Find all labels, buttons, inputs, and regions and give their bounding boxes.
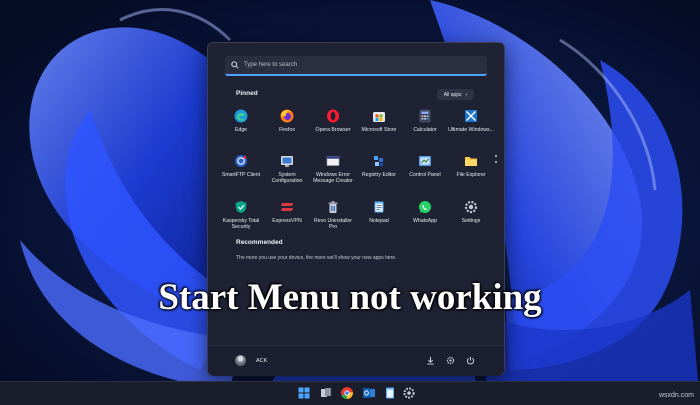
error-creator-icon [326, 156, 340, 166]
smartftp-icon [235, 155, 247, 167]
pinned-app-control-panel[interactable]: Control Panel [402, 154, 448, 178]
app-label: File Explorer [456, 172, 486, 178]
user-account-button[interactable]: ACK [235, 355, 267, 366]
system-config-icon [281, 156, 293, 167]
pinned-app-registry-editor[interactable]: Registry Editor [356, 154, 402, 178]
settings-taskbar-icon[interactable] [402, 386, 416, 400]
app-label: Settings [461, 218, 481, 224]
pinned-app-edge[interactable]: Edge [218, 109, 264, 133]
edge-icon [234, 109, 248, 123]
control-panel-icon [419, 156, 431, 166]
app-label: Windows Error Message Creator [313, 172, 353, 185]
pinned-app-smartftp[interactable]: SmartFTP Client [218, 154, 264, 178]
chevron-right-icon: › [465, 91, 468, 98]
app-label: Edge [234, 127, 248, 133]
app-label: Ultimate Windows... [448, 127, 494, 133]
start-footer: ACK [208, 345, 504, 376]
search-icon [231, 61, 239, 69]
all-apps-button[interactable]: All apps › [437, 89, 474, 100]
expressvpn-icon [281, 203, 293, 211]
avatar [235, 355, 246, 366]
pinned-app-file-explorer[interactable]: File Explorer [448, 154, 494, 178]
all-apps-label: All apps [443, 91, 462, 98]
pinned-app-ultimate-windows[interactable]: Ultimate Windows... [448, 109, 494, 133]
windows-logo-icon[interactable] [297, 386, 311, 400]
app-label: System Configuration [271, 172, 303, 185]
notepad-taskbar-icon[interactable] [383, 386, 397, 400]
search-placeholder: Type here to search [244, 62, 298, 68]
recommended-empty-text: The more you use your device, the more w… [236, 255, 397, 261]
pinned-app-expressvpn[interactable]: ExpressVPN [264, 200, 310, 224]
pinned-app-system-configuration[interactable]: System Configuration [264, 154, 310, 185]
app-label: Calculator [413, 127, 437, 133]
task-view-icon[interactable] [319, 386, 333, 400]
taskbar [0, 381, 700, 405]
pinned-app-settings[interactable]: Settings [448, 200, 494, 224]
app-label: Firefox [279, 127, 295, 133]
app-label: Registry Editor [361, 172, 397, 178]
folder-icon [465, 157, 477, 166]
pinned-app-revo-uninstaller[interactable]: Revo Uninstaller Pro [310, 200, 356, 231]
notepad-icon [374, 201, 384, 213]
pinned-app-error-message-creator[interactable]: Windows Error Message Creator [310, 154, 356, 185]
chrome-icon[interactable] [340, 386, 354, 400]
download-icon[interactable] [426, 356, 435, 365]
app-label: Control Panel [409, 172, 441, 178]
ultimate-windows-icon [465, 110, 477, 122]
app-label: Opera Browser [315, 127, 351, 133]
search-box[interactable]: Type here to search [225, 56, 487, 76]
app-label: Kaspersky Total Security [222, 218, 260, 231]
calculator-icon [419, 109, 431, 123]
app-label: Revo Uninstaller Pro [313, 218, 353, 231]
pinned-app-firefox[interactable]: Firefox [264, 109, 310, 133]
pinned-heading: Pinned [236, 90, 258, 97]
store-icon [373, 112, 385, 122]
start-menu: Type here to search Pinned All apps › Ed… [207, 42, 505, 376]
kaspersky-icon [235, 201, 247, 213]
app-label: WhatsApp [413, 218, 437, 224]
pinned-app-microsoft-store[interactable]: Microsoft Store [356, 109, 402, 133]
watermark-text: wsxdn.com [658, 392, 694, 399]
firefox-icon [280, 109, 294, 123]
app-label: SmartFTP Client [221, 172, 261, 178]
revo-icon [328, 201, 338, 213]
user-name: ACK [256, 357, 268, 364]
pinned-app-kaspersky[interactable]: Kaspersky Total Security [218, 200, 264, 231]
settings-icon [464, 200, 478, 214]
app-label: ExpressVPN [272, 218, 302, 224]
opera-icon [327, 109, 339, 123]
pinned-app-opera[interactable]: Opera Browser [310, 109, 356, 133]
power-icon[interactable] [466, 356, 475, 365]
pinned-app-calculator[interactable]: Calculator [402, 109, 448, 133]
overlay-title: Start Menu not working [158, 277, 542, 318]
page-indicator[interactable] [495, 155, 497, 167]
app-label: Microsoft Store [361, 127, 397, 133]
registry-icon [374, 156, 383, 166]
settings-gear-icon[interactable] [446, 356, 455, 365]
whatsapp-icon [419, 201, 431, 213]
pinned-app-notepad[interactable]: Notepad [356, 200, 402, 224]
recommended-heading: Recommended [236, 239, 283, 246]
app-label: Notepad [369, 218, 389, 224]
outlook-icon[interactable] [362, 386, 376, 400]
pinned-app-whatsapp[interactable]: WhatsApp [402, 200, 448, 224]
